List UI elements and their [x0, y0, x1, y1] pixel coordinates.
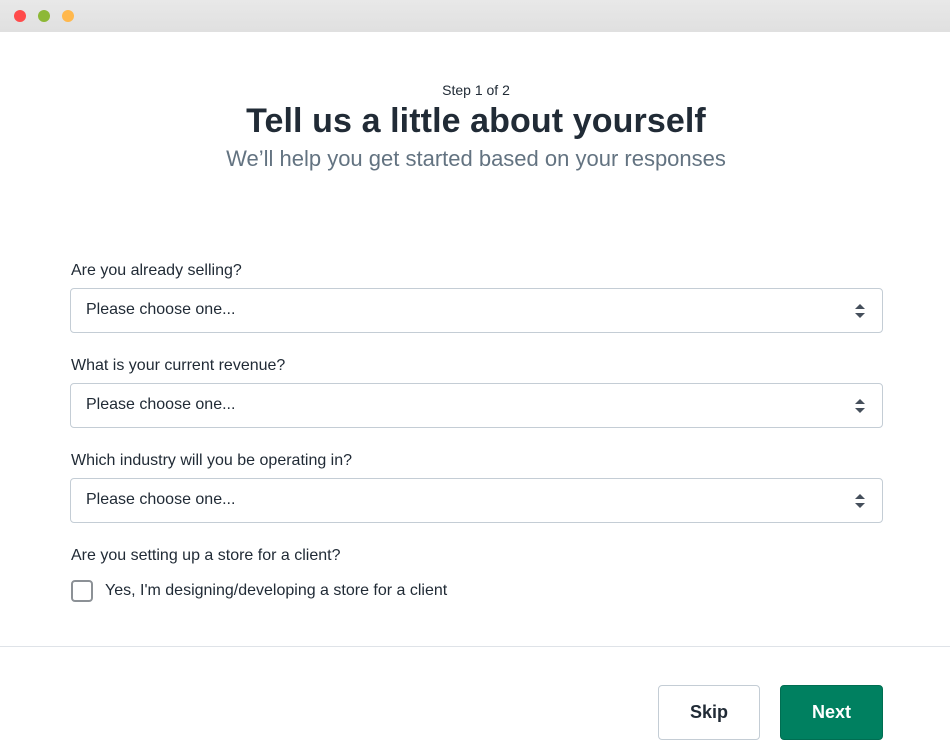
industry-select-value: Please choose one... [86, 491, 236, 508]
next-button[interactable]: Next [780, 685, 883, 740]
industry-label: Which industry will you be operating in? [71, 452, 353, 469]
skip-button[interactable]: Skip [658, 685, 760, 740]
close-window-button[interactable] [14, 10, 26, 22]
page-subtitle: We’ll help you get started based on your… [226, 146, 726, 171]
footer-divider [0, 646, 950, 647]
revenue-select[interactable]: Please choose one... [70, 383, 883, 428]
select-arrows-icon [855, 399, 865, 413]
maximize-window-button[interactable] [62, 10, 74, 22]
selling-select[interactable]: Please choose one... [70, 288, 883, 333]
window-titlebar [0, 0, 950, 32]
industry-select[interactable]: Please choose one... [70, 478, 883, 523]
selling-select-value: Please choose one... [86, 301, 236, 318]
revenue-select-value: Please choose one... [86, 396, 236, 413]
client-checkbox-label[interactable]: Yes, I'm designing/developing a store fo… [105, 582, 447, 600]
select-arrows-icon [855, 304, 865, 318]
client-question-label: Are you setting up a store for a client? [71, 547, 341, 564]
selling-label: Are you already selling? [71, 262, 242, 279]
select-arrows-icon [855, 494, 865, 508]
page-title: Tell us a little about yourself [246, 102, 706, 140]
minimize-window-button[interactable] [38, 10, 50, 22]
step-indicator: Step 1 of 2 [442, 82, 510, 98]
revenue-label: What is your current revenue? [71, 357, 286, 374]
client-checkbox[interactable] [71, 580, 93, 602]
